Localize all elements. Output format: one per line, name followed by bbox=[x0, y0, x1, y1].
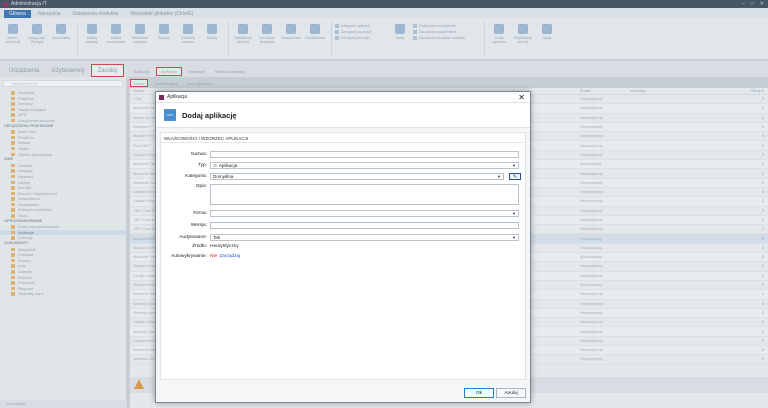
app-logo bbox=[159, 94, 164, 100]
ok-button[interactable]: Ok bbox=[464, 388, 494, 398]
type-label: Typ: bbox=[197, 163, 207, 168]
type-row: Typ: ⊙ Aplikacja ▼ bbox=[161, 162, 519, 169]
version-row: Wersja: bbox=[161, 222, 519, 229]
app-type-icon: ⊙ bbox=[213, 162, 217, 168]
autodetect-label: Autowykrywanie: bbox=[171, 254, 207, 259]
name-input[interactable] bbox=[210, 151, 519, 158]
category-label: Kategoria: bbox=[185, 174, 207, 179]
autodetect-manage-link[interactable]: Zarządzaj bbox=[219, 254, 240, 259]
category-row: Kategoria: Domyślna ▼ bbox=[161, 173, 504, 180]
audited-label: Audytowane: bbox=[179, 235, 207, 240]
section-title: WŁAŚCIWOŚCI I WZORZEC APLIKACJI bbox=[161, 133, 525, 143]
company-label: Firma: bbox=[193, 211, 207, 216]
chevron-down-icon: ▼ bbox=[512, 211, 516, 216]
description-textarea[interactable] bbox=[210, 184, 519, 205]
dialog-titlebar: Aplikacja ✕ bbox=[156, 92, 530, 103]
source-label: Źródło: bbox=[192, 244, 207, 249]
name-row: Nazwa: bbox=[161, 151, 519, 158]
application-icon: APP bbox=[164, 109, 176, 121]
edit-category-button[interactable]: ✎ bbox=[509, 173, 521, 180]
dialog-window-title: Aplikacja bbox=[167, 94, 188, 100]
autodetect-status: Nie bbox=[210, 254, 218, 259]
chevron-down-icon: ▼ bbox=[512, 235, 516, 240]
pencil-icon: ✎ bbox=[512, 173, 518, 180]
description-row: Opis: bbox=[161, 184, 519, 205]
add-application-dialog: Aplikacja ✕ APP Dodaj aplikację WŁAŚCIWO… bbox=[155, 91, 531, 403]
description-label: Opis: bbox=[195, 184, 207, 189]
audited-value: Tak bbox=[213, 235, 221, 240]
properties-panel: WŁAŚCIWOŚCI I WZORZEC APLIKACJI Nazwa: T… bbox=[160, 132, 526, 380]
source-value: Heurystyczny bbox=[210, 244, 239, 249]
audited-select[interactable]: Tak ▼ bbox=[210, 234, 519, 241]
chevron-down-icon: ▼ bbox=[497, 174, 501, 179]
name-label: Nazwa: bbox=[191, 152, 207, 157]
type-value: Aplikacja bbox=[218, 163, 238, 168]
category-value: Domyślna bbox=[213, 174, 234, 179]
version-label: Wersja: bbox=[190, 223, 207, 228]
close-icon[interactable]: ✕ bbox=[518, 93, 525, 102]
category-select[interactable]: Domyślna ▼ bbox=[210, 173, 504, 180]
cancel-button[interactable]: Anuluj bbox=[496, 388, 526, 398]
company-row: Firma: ▼ bbox=[161, 210, 519, 217]
version-input[interactable] bbox=[210, 222, 519, 229]
autodetect-row: Autowykrywanie: Nie Zarządzaj bbox=[161, 254, 240, 259]
audited-row: Audytowane: Tak ▼ bbox=[161, 234, 519, 241]
dialog-header: APP Dodaj aplikację bbox=[156, 103, 530, 128]
dialog-heading: Dodaj aplikację bbox=[182, 110, 237, 120]
type-select[interactable]: ⊙ Aplikacja ▼ bbox=[210, 162, 519, 169]
company-combo[interactable]: ▼ bbox=[210, 210, 519, 217]
source-row: Źródło: Heurystyczny bbox=[161, 244, 239, 249]
chevron-down-icon: ▼ bbox=[512, 163, 516, 168]
